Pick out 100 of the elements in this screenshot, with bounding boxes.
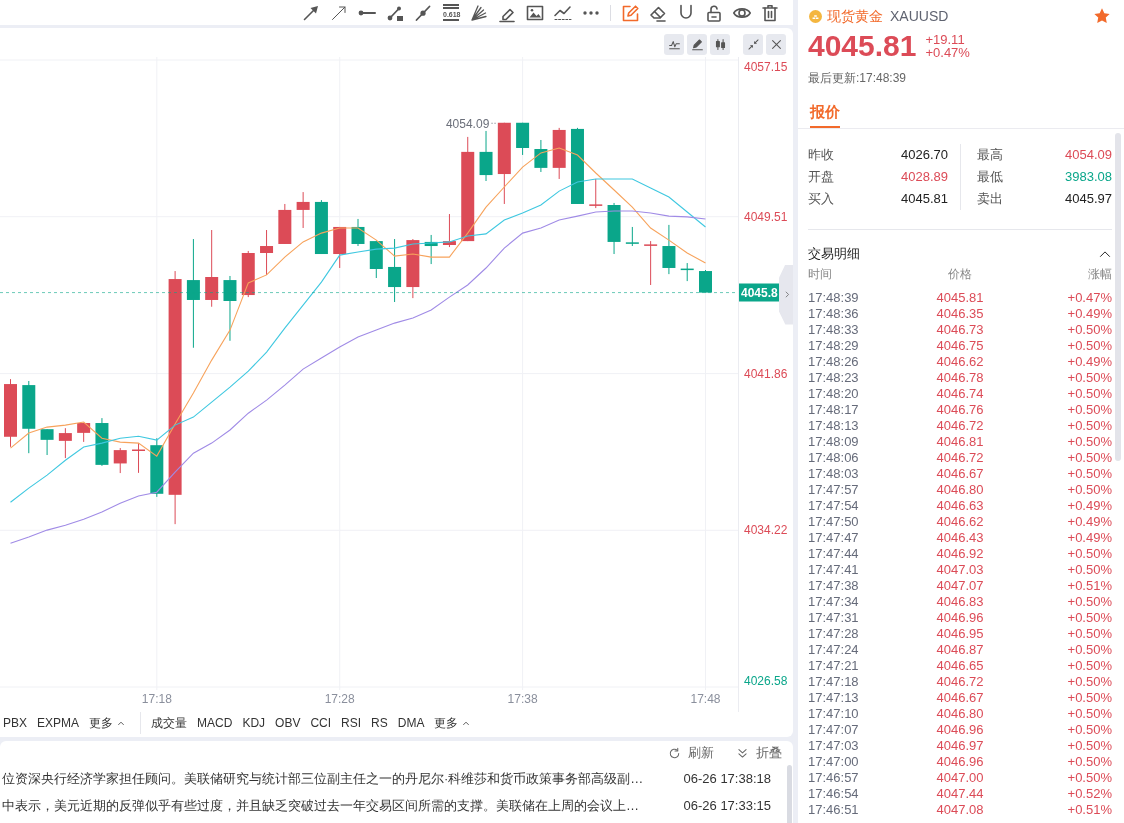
- stat-value: 4045.97: [1065, 190, 1112, 209]
- pencil-icon: [690, 38, 704, 51]
- trade-price: 4046.87: [936, 642, 984, 658]
- trade-time: 17:48:29: [808, 338, 859, 354]
- trade-price: 4046.67: [936, 466, 984, 482]
- draw-button[interactable]: [687, 34, 707, 55]
- news-time: 06-26 17:38:18: [683, 769, 771, 788]
- trade-change: +0.50%: [1067, 738, 1112, 754]
- candlestick: [534, 139, 548, 173]
- instrument-name: 现货黄金: [827, 6, 883, 26]
- candlestick: [241, 250, 255, 298]
- annotation: 4054.09: [445, 116, 490, 131]
- star-icon[interactable]: [1093, 7, 1111, 25]
- indicator-tab[interactable]: 成交量: [151, 713, 188, 732]
- indicator-tab[interactable]: DMA: [397, 713, 425, 732]
- indicator-tab[interactable]: RSI: [341, 713, 362, 732]
- price-axis-label: 4034.22: [744, 523, 788, 538]
- trade-price: 4046.63: [936, 498, 984, 514]
- shrink-button[interactable]: [743, 34, 763, 55]
- trade-price: 4047.07: [936, 578, 984, 594]
- pencil-square-icon[interactable]: [620, 2, 640, 23]
- trade-change: +0.50%: [1067, 450, 1112, 466]
- candlestick: [369, 240, 383, 279]
- stat-value: 4028.89: [901, 168, 948, 187]
- trade-price: 4046.96: [936, 754, 984, 770]
- candlestick: [699, 269, 712, 294]
- more-indicators-button[interactable]: 更多: [434, 713, 471, 732]
- trade-price: 4046.92: [936, 546, 984, 562]
- ref-line-label: 4045.8: [741, 286, 779, 301]
- candlestick: [388, 238, 402, 303]
- indicator-tab[interactable]: PBX: [3, 713, 27, 732]
- trade-change: +0.50%: [1067, 338, 1112, 354]
- trade-price: 4046.95: [936, 626, 984, 642]
- trade-change: +0.49%: [1067, 306, 1112, 322]
- double-chevron-down-icon: [736, 746, 749, 760]
- trade-change: +0.50%: [1067, 386, 1112, 402]
- trade-time: 17:48:17: [808, 402, 859, 418]
- trade-price: 4046.76: [936, 402, 984, 418]
- trade-change: +0.52%: [1067, 786, 1112, 802]
- trade-change: +0.50%: [1067, 658, 1112, 674]
- scrollbar-thumb[interactable]: [1115, 133, 1121, 461]
- stat-value: 4054.09: [1065, 146, 1112, 165]
- trade-price: 4046.74: [936, 386, 984, 402]
- stat-label: 最低: [977, 168, 1003, 187]
- close-button[interactable]: [766, 34, 786, 55]
- trade-time: 17:47:31: [808, 610, 859, 626]
- candlestick: [516, 122, 530, 156]
- candlestick: [479, 130, 493, 182]
- candlestick: [260, 229, 274, 276]
- refresh-button[interactable]: 刷新: [668, 743, 714, 763]
- trade-price: 4046.65: [936, 658, 984, 674]
- trade-time: 17:48:09: [808, 434, 859, 450]
- stat-label: 卖出: [977, 190, 1003, 209]
- indicator-tab[interactable]: EXPMA: [37, 713, 80, 732]
- indicator-tab[interactable]: RS: [371, 713, 388, 732]
- stat-value: 4026.70: [901, 146, 948, 165]
- trade-change: +0.51%: [1067, 802, 1112, 818]
- trade-time: 17:47:38: [808, 578, 859, 594]
- scrollbar-thumb[interactable]: [787, 765, 792, 823]
- time-axis-label: 17:38: [507, 692, 538, 706]
- candlestick: [150, 437, 164, 498]
- trade-time: 17:47:28: [808, 626, 859, 642]
- more-indicators-button[interactable]: 更多: [89, 713, 126, 732]
- column-header: 涨幅: [1088, 266, 1112, 282]
- candlestick: [4, 378, 17, 448]
- padlock-icon[interactable]: [704, 2, 724, 23]
- close-icon: [769, 38, 783, 51]
- trade-price: 4046.72: [936, 418, 984, 434]
- trade-change: +0.47%: [1067, 290, 1112, 306]
- trade-time: 17:46:54: [808, 786, 859, 802]
- trade-price: 4047.00: [936, 770, 984, 786]
- collapse-handle[interactable]: [779, 264, 793, 325]
- chart-type-button[interactable]: [710, 34, 730, 55]
- indicator-tab[interactable]: KDJ: [242, 713, 266, 732]
- price-change: +19.11: [925, 33, 966, 46]
- news-headline[interactable]: 位资深央行经济学家担任顾问。美联储研究与统计部三位副主任之一的丹尼尔·科维莎和货币政策事务部高级副…: [2, 768, 644, 789]
- trade-change: +0.50%: [1067, 626, 1112, 642]
- candlestick: [113, 447, 127, 474]
- indicator-button[interactable]: [664, 34, 684, 55]
- trade-price: 4046.35: [936, 306, 984, 322]
- indicator-tab[interactable]: CCI: [310, 713, 332, 732]
- news-headline[interactable]: 中表示，美元近期的反弹似乎有些过度，并且缺乏突破过去一年交易区间所需的支撑。美联储在上周的会议上…: [2, 795, 639, 816]
- candlestick: [223, 275, 237, 342]
- column-header: 时间: [808, 266, 832, 282]
- trash-icon[interactable]: [760, 2, 780, 23]
- trade-change: +0.50%: [1067, 706, 1112, 722]
- stat-label: 开盘: [808, 168, 834, 187]
- trade-change: +0.49%: [1067, 514, 1112, 530]
- indicator-tab[interactable]: OBV: [275, 713, 301, 732]
- trade-price: 4047.08: [936, 802, 984, 818]
- candlestick: [132, 442, 146, 474]
- candlestick: [607, 202, 621, 255]
- collapse-button[interactable]: 折叠: [736, 743, 782, 763]
- candlestick: [40, 428, 54, 456]
- candlestick-icon: [713, 38, 727, 51]
- indicator-tab[interactable]: MACD: [197, 713, 233, 732]
- trade-price: 4046.96: [936, 610, 984, 626]
- trade-price: 4046.83: [936, 594, 984, 610]
- candlestick: [278, 203, 292, 245]
- trade-change: +0.50%: [1067, 674, 1112, 690]
